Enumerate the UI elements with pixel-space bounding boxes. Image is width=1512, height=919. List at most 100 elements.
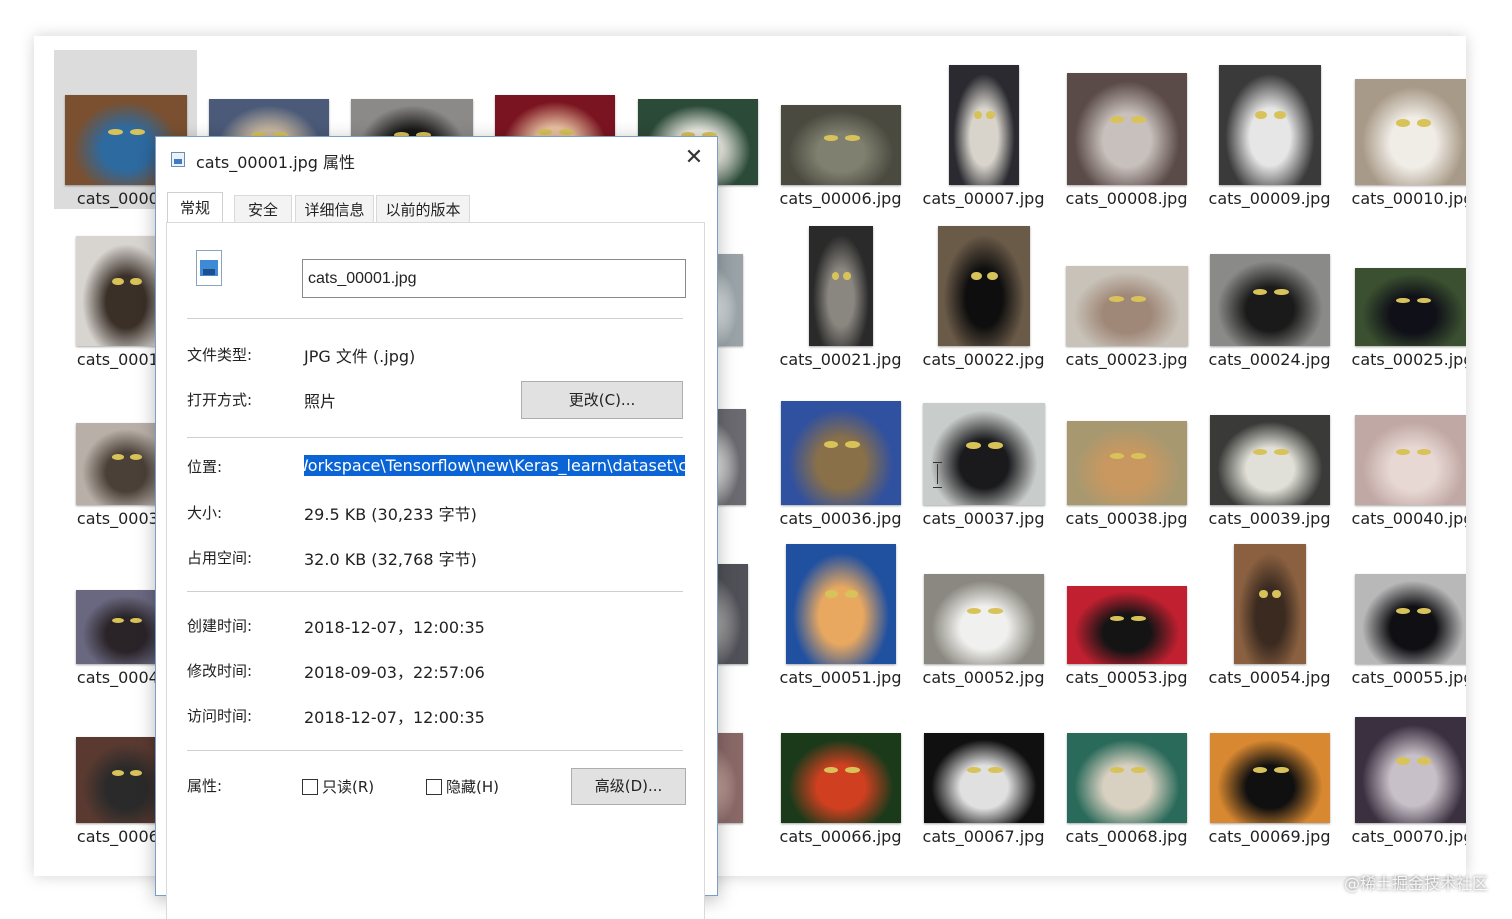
accessed-label: 访问时间: [187,707,253,725]
divider [187,437,683,438]
open-with-value: 照片 [304,392,337,411]
cat-eye [973,110,983,119]
cat-eye [1273,110,1286,119]
location-value[interactable]: E:\Workspace\Tensorflow\new\Keras_learn\… [304,455,685,477]
cat-eye [845,440,860,448]
checkbox-box[interactable] [302,778,318,795]
thumbnail-item[interactable]: cats_00006.jpg [769,50,912,209]
cat-eye [1417,297,1432,304]
cat-eye [970,271,982,280]
tab-security[interactable]: 安全 [234,195,292,223]
readonly-checkbox[interactable]: 只读(R) [302,776,374,797]
cat-eye [130,129,145,136]
cat-photo-thumbnail [1354,268,1466,346]
thumbnail-label: cats_00006.jpg [779,189,902,208]
thumbnail-item[interactable]: cats_00038.jpg [1055,370,1198,529]
cat-eye [108,129,124,136]
cat-photo-thumbnail [1233,544,1306,664]
cat-eye [825,589,839,598]
thumbnail-label: cats_00024.jpg [1208,350,1331,369]
cat-eye [1109,767,1125,774]
cat-eye [1131,615,1146,622]
tab-previous-versions[interactable]: 以前的版本 [376,195,470,223]
thumbnail-label: cats_00052.jpg [922,668,1045,687]
cat-eye [1252,767,1268,774]
cat-eye [111,454,124,460]
cat-eye [1131,296,1146,302]
tab-general[interactable]: 常规 [167,192,223,225]
open-with-label: 打开方式: [187,391,253,409]
thumbnail-item[interactable]: cats_00037.jpg [912,370,1055,529]
cat-eye [537,129,553,136]
hidden-checkbox[interactable]: 隐藏(H) [426,776,499,797]
cat-eye [559,129,574,136]
thumbnail-item[interactable]: cats_00052.jpg [912,529,1055,688]
location-label: 位置: [187,458,223,476]
disk-size-value: 32.0 KB (32,768 字节) [304,550,477,569]
thumbnail-label: cats_00007.jpg [922,189,1045,208]
thumbnail-item[interactable]: cats_00054.jpg [1198,529,1341,688]
thumbnail-label: cats_00023.jpg [1065,350,1188,369]
cat-photo-thumbnail [1218,65,1321,185]
thumbnail-item[interactable]: cats_00008.jpg [1055,50,1198,209]
thumbnail-label: cats_00067.jpg [922,827,1045,846]
cat-eye [1131,115,1146,124]
divider [187,591,683,592]
thumbnail-item[interactable]: cats_00007.jpg [912,50,1055,209]
general-panel: 文件类型: JPG 文件 (.jpg) 打开方式: 照片 更改(C)... 位置… [166,222,705,919]
cat-eye [1109,615,1125,622]
cat-eye [1259,589,1269,598]
thumbnail-item[interactable]: cats_00036.jpg [769,370,912,529]
dialog-titlebar[interactable]: cats_00001.jpg 属性 ✕ [156,137,717,181]
cat-photo-thumbnail [785,544,896,664]
tab-details[interactable]: 详细信息 [295,195,374,223]
thumbnail-label: cats_00008.jpg [1065,189,1188,208]
thumbnail-item[interactable]: cats_00067.jpg [912,688,1055,847]
thumbnail-item[interactable]: cats_00009.jpg [1198,50,1341,209]
text-cursor-icon [933,462,943,488]
cat-eye [1109,452,1125,459]
thumbnail-item[interactable]: cats_00024.jpg [1198,211,1341,370]
thumbnail-item[interactable]: cats_00051.jpg [769,529,912,688]
cat-eye [1252,288,1268,296]
cat-eye [966,767,982,774]
filename-input[interactable] [302,259,686,298]
cat-eye [1396,449,1411,456]
cat-eye [129,618,142,624]
thumbnail-item[interactable]: cats_00023.jpg [1055,211,1198,370]
thumbnail-label: cats_00022.jpg [922,350,1045,369]
thumbnail-item[interactable]: cats_00068.jpg [1055,688,1198,847]
cat-photo-thumbnail [1354,79,1466,185]
thumbnail-label: cats_00066.jpg [779,827,902,846]
cat-eye [1396,297,1411,304]
cat-eye [1272,589,1281,598]
change-button[interactable]: 更改(C)... [521,381,683,419]
thumbnail-item[interactable]: cats_00022.jpg [912,211,1055,370]
thumbnail-label: cats_00070.jpg [1351,827,1466,846]
cat-eye [988,441,1003,449]
modified-value: 2018-09-03，22:57:06 [304,663,485,682]
file-type-value: JPG 文件 (.jpg) [304,347,416,366]
thumbnail-item[interactable]: cats_00025.jpg [1341,211,1466,370]
close-button[interactable]: ✕ [677,143,711,173]
cat-eye [1396,119,1411,127]
cat-photo-thumbnail [1066,421,1187,505]
cat-eye [1131,767,1146,774]
thumbnail-label: cats_00039.jpg [1208,509,1331,528]
thumbnail-item[interactable]: cats_00066.jpg [769,688,912,847]
thumbnail-item[interactable]: cats_00021.jpg [769,211,912,370]
thumbnail-item[interactable]: cats_00053.jpg [1055,529,1198,688]
cat-eye [111,618,124,624]
thumbnail-item[interactable]: cats_00069.jpg [1198,688,1341,847]
thumbnail-item[interactable]: cats_00040.jpg [1341,370,1466,529]
thumbnail-item[interactable]: cats_00055.jpg [1341,529,1466,688]
thumbnail-item[interactable]: cats_00010.jpg [1341,50,1466,209]
thumbnail-item[interactable]: cats_00070.jpg [1341,688,1466,847]
cat-eye [1396,608,1411,615]
cat-eye [988,767,1003,774]
advanced-button[interactable]: 高级(D)... [571,768,686,805]
checkbox-box[interactable] [426,778,442,795]
cat-eye [111,769,124,776]
thumbnail-item[interactable]: cats_00039.jpg [1198,370,1341,529]
cat-photo-thumbnail [1209,415,1330,505]
